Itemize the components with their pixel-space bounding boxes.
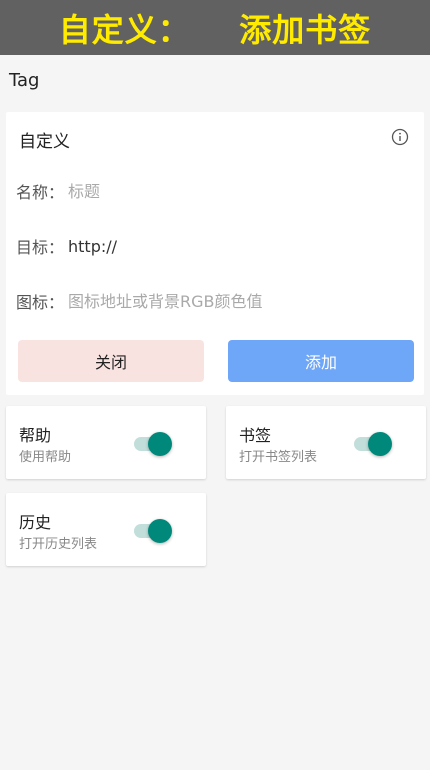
icon-input[interactable]: [68, 291, 414, 311]
info-icon[interactable]: [391, 128, 409, 146]
target-label: 目标：: [16, 238, 65, 257]
target-field: 目标：: [16, 226, 414, 266]
close-button[interactable]: 关闭: [18, 340, 204, 382]
history-switch[interactable]: [132, 517, 172, 543]
toggle-subtitle: 使用帮助: [19, 450, 72, 465]
toggle-subtitle: 打开历史列表: [19, 537, 98, 552]
form-title: 自定义: [19, 132, 70, 152]
toggle-title: 历史: [19, 513, 52, 532]
switch-thumb: [148, 432, 172, 456]
switch-thumb: [148, 519, 172, 543]
toggle-title: 帮助: [19, 426, 52, 445]
banner-title: 自定义： 添加书签: [58, 10, 372, 49]
switch-thumb: [368, 432, 392, 456]
name-field: 名称：: [16, 171, 414, 211]
add-button[interactable]: 添加: [228, 340, 414, 382]
toggle-card-help: 帮助 使用帮助: [6, 406, 206, 479]
target-input[interactable]: [68, 236, 414, 256]
name-input[interactable]: [68, 181, 414, 201]
page-label: Tag: [9, 70, 40, 91]
icon-label: 图标：: [16, 293, 65, 312]
icon-field: 图标：: [16, 281, 414, 321]
toggle-title: 书签: [239, 426, 272, 445]
custom-bookmark-form: 自定义 名称： 目标： 图标： 关闭 添加: [6, 112, 424, 395]
toggle-subtitle: 打开书签列表: [239, 450, 318, 465]
toggle-card-bookmarks: 书签 打开书签列表: [226, 406, 426, 479]
toggle-card-history: 历史 打开历史列表: [6, 493, 206, 566]
header-banner: 自定义： 添加书签: [0, 0, 430, 55]
bookmarks-switch[interactable]: [352, 430, 392, 456]
name-label: 名称：: [16, 183, 65, 202]
help-switch[interactable]: [132, 430, 172, 456]
